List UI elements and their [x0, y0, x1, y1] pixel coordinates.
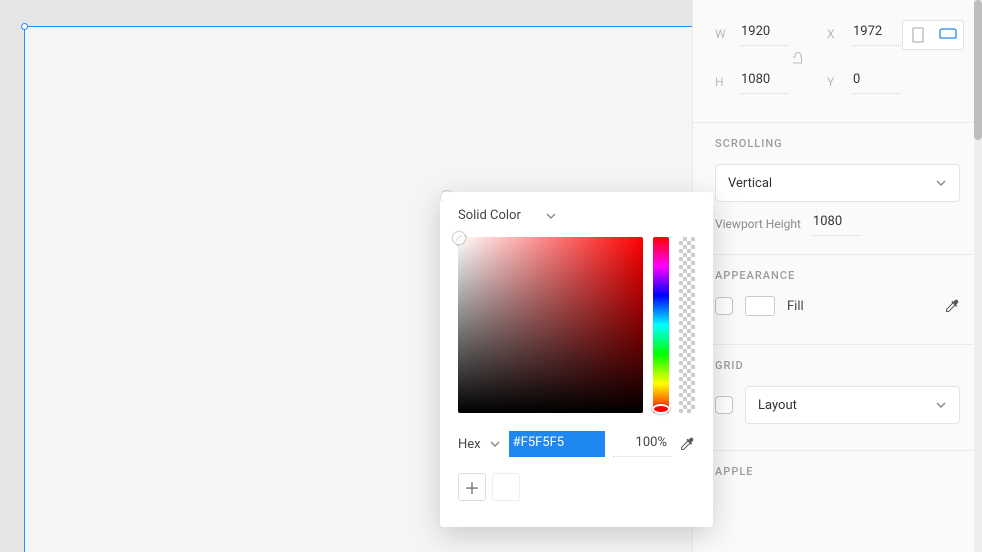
- sv-handle[interactable]: [453, 232, 465, 244]
- orientation-landscape-button[interactable]: [933, 21, 963, 49]
- resize-handle-top-left[interactable]: [21, 23, 28, 30]
- alpha-slider[interactable]: [679, 237, 695, 413]
- picker-corner-arc: [440, 190, 454, 204]
- scrolling-value: Vertical: [728, 176, 772, 191]
- chevron-down-icon[interactable]: [489, 438, 501, 450]
- grid-value: Layout: [758, 398, 797, 413]
- picker-mode-label[interactable]: Solid Color: [458, 208, 521, 223]
- scrollbar-thumb[interactable]: [974, 0, 982, 140]
- scrolling-title: SCROLLING: [715, 137, 960, 150]
- color-picker-popover: Solid Color Hex: [440, 192, 713, 527]
- add-swatch-button[interactable]: ＋: [458, 473, 486, 501]
- chevron-down-icon: [935, 177, 947, 189]
- apple-section: APPLE: [693, 451, 982, 510]
- hex-input[interactable]: [509, 431, 605, 457]
- grid-select[interactable]: Layout: [745, 386, 960, 424]
- grid-section: GRID Layout: [693, 345, 982, 451]
- appearance-section: APPEARANCE Fill: [693, 255, 982, 345]
- chevron-down-icon[interactable]: [545, 210, 557, 222]
- appearance-title: APPEARANCE: [715, 269, 960, 282]
- opacity-input[interactable]: [613, 431, 671, 457]
- hue-handle[interactable]: [652, 404, 670, 414]
- saturation-value-area[interactable]: [458, 237, 643, 413]
- y-label: Y: [827, 75, 841, 89]
- chevron-down-icon: [935, 399, 947, 411]
- orientation-toggle: [902, 20, 964, 50]
- hue-slider[interactable]: [653, 237, 669, 413]
- scrolling-section: SCROLLING Vertical Viewport Height: [693, 123, 982, 255]
- saved-swatch[interactable]: [492, 473, 520, 501]
- height-input[interactable]: [741, 70, 789, 94]
- scrolling-select[interactable]: Vertical: [715, 164, 960, 202]
- width-input[interactable]: [741, 22, 789, 46]
- width-label: W: [715, 27, 729, 41]
- x-label: X: [827, 27, 841, 41]
- apple-title: APPLE: [715, 465, 960, 478]
- properties-panel: W X H Y: [692, 0, 982, 552]
- hex-label: Hex: [458, 437, 481, 452]
- viewport-height-label: Viewport Height: [715, 217, 801, 231]
- fill-enable-checkbox[interactable]: [715, 297, 733, 315]
- panel-scrollbar[interactable]: [974, 0, 982, 552]
- grid-title: GRID: [715, 359, 960, 372]
- fill-label: Fill: [787, 299, 804, 314]
- orientation-portrait-button[interactable]: [903, 21, 933, 49]
- lock-aspect-icon[interactable]: [793, 52, 803, 64]
- viewport-height-input[interactable]: [813, 212, 861, 236]
- eyedropper-icon[interactable]: [944, 298, 960, 314]
- y-input[interactable]: [853, 70, 901, 94]
- x-input[interactable]: [853, 22, 901, 46]
- grid-enable-checkbox[interactable]: [715, 396, 733, 414]
- dimensions-section: W X H Y: [693, 0, 982, 123]
- fill-swatch[interactable]: [745, 296, 775, 316]
- height-label: H: [715, 75, 729, 89]
- eyedropper-icon[interactable]: [679, 436, 695, 452]
